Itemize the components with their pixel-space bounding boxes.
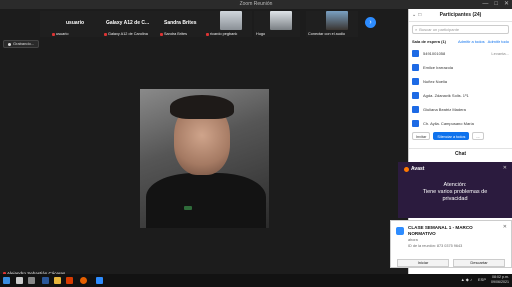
active-speaker-video <box>140 89 269 228</box>
tile-label: usuario <box>56 32 69 36</box>
meeting-notification: CLASE SEMANAL 1 - MARCO NORMATIVO ahora … <box>390 220 512 268</box>
close-button[interactable]: ✕ <box>504 0 509 9</box>
participant-row[interactable]: Nuñez Noelia <box>409 74 512 88</box>
windows-start-icon[interactable] <box>3 277 10 284</box>
taskbar: ▲ ◆ ♪ ESP 08:02 p.m. 09/06/2021 <box>0 274 512 287</box>
recording-indicator[interactable]: Grabando... <box>3 40 40 48</box>
avatar <box>412 91 419 99</box>
window-title: Zoom Reunión <box>239 1 273 7</box>
powerpoint-icon[interactable] <box>66 277 73 284</box>
participant-tile[interactable]: Conectar con el audio <box>306 11 358 37</box>
language-indicator[interactable]: ESP <box>478 277 486 282</box>
system-tray[interactable]: ▲ ◆ ♪ <box>461 277 472 282</box>
participant-thumbnail <box>270 11 292 30</box>
admit-all-button[interactable]: Admitir a todos <box>458 39 485 44</box>
maximize-button[interactable]: □ <box>494 0 498 9</box>
muted-mic-icon <box>104 32 107 36</box>
avast-brand: Avast <box>411 166 425 172</box>
word-icon[interactable] <box>42 277 49 284</box>
recording-label: Grabando... <box>13 41 35 46</box>
notification-title: CLASE SEMANAL 1 - MARCO NORMATIVO <box>408 225 473 236</box>
avatar <box>412 119 419 127</box>
admit-button[interactable]: Admitir todo <box>488 39 509 44</box>
task-view-icon[interactable] <box>28 277 35 284</box>
tile-name: Galaxy A12 de C... <box>106 20 150 26</box>
meeting-area: usuario usuario Galaxy A12 de C... Galax… <box>0 9 408 276</box>
avatar <box>412 49 419 57</box>
dismiss-button[interactable]: Descartar <box>453 259 505 267</box>
close-icon[interactable]: ✕ <box>503 224 507 230</box>
tile-label: Conectar con el audio <box>308 32 345 36</box>
participant-thumbnail <box>326 11 348 30</box>
waiting-room-label: Sala de espera (1) <box>412 39 447 44</box>
participants-title: Participantes (24) <box>439 12 482 18</box>
participant-row[interactable]: 5491001058 Levanta... <box>409 46 512 60</box>
avast-logo-icon <box>404 166 409 172</box>
participant-tile[interactable]: Hugo <box>254 11 300 37</box>
avast-message: privacidad <box>442 196 468 202</box>
avatar <box>412 63 419 71</box>
window-controls: — □ ✕ <box>482 0 509 9</box>
participant-row[interactable]: Agda. Zdanavik Solis. 1º1 <box>409 88 512 102</box>
minimize-button[interactable]: — <box>482 0 488 9</box>
tile-label: Galaxy A12 de Carolina <box>108 32 148 36</box>
avast-popup[interactable]: Avast ✕ Atención: Tiene varios problemas… <box>398 162 512 218</box>
hand-raised-label: Levanta... <box>491 50 509 56</box>
more-button[interactable]: ... <box>472 132 484 140</box>
meeting-id: ID de la reunión: 873 0375 9643 <box>408 244 463 248</box>
search-icon: ⌕ <box>415 27 418 32</box>
record-icon <box>8 42 11 46</box>
clock-date: 09/06/2021 <box>491 280 509 284</box>
join-button[interactable]: Iniciar <box>397 259 449 267</box>
zoom-window: Zoom Reunión — □ ✕ usuario usuario Galax… <box>0 0 512 287</box>
invite-button[interactable]: Invitar <box>412 132 431 140</box>
zoom-icon[interactable] <box>96 277 103 284</box>
muted-mic-icon <box>160 32 163 36</box>
mute-all-button[interactable]: Silenciar a todos <box>433 132 470 140</box>
participant-search-input[interactable]: ⌕ Buscar un participante <box>412 25 509 34</box>
file-explorer-icon[interactable] <box>54 277 61 284</box>
chat-title: Chat <box>409 148 512 157</box>
close-icon[interactable]: ✕ <box>503 165 507 171</box>
participant-row[interactable]: Ch. Aylia. Campusano María <box>409 116 512 130</box>
participant-tile[interactable]: Galaxy A12 de C... Galaxy A12 de Carolin… <box>102 11 158 37</box>
tile-name: Sandra Brites <box>164 20 197 26</box>
avast-message: Tiene varios problemas de <box>422 189 488 195</box>
tile-name: usuario <box>66 20 85 26</box>
zoom-logo-icon <box>396 227 404 235</box>
next-page-button[interactable]: › <box>365 17 376 28</box>
waiting-room-header: Sala de espera (1) Admitir a todos Admit… <box>409 37 512 46</box>
firefox-icon[interactable] <box>80 277 87 284</box>
tile-label: Hugo <box>256 32 266 36</box>
avatar <box>412 77 419 85</box>
participant-row[interactable]: Emilce Irarrazola <box>409 60 512 74</box>
avast-message: Atención: <box>443 182 467 188</box>
participant-tile[interactable]: ricardo pegbank <box>204 11 252 37</box>
chevron-right-icon: › <box>369 19 372 26</box>
title-bar: Zoom Reunión — □ ✕ <box>0 0 512 9</box>
clock[interactable]: 08:02 p.m. 09/06/2021 <box>491 275 509 285</box>
muted-mic-icon <box>206 32 209 36</box>
participant-row[interactable]: Giuliana Beatriz Madera <box>409 102 512 116</box>
muted-mic-icon <box>52 32 55 36</box>
notification-time: ahora <box>408 238 418 242</box>
tile-label: Sandra Brites <box>164 32 188 36</box>
tile-label: ricardo pegbank <box>210 32 238 36</box>
participant-tile[interactable]: Sandra Brites Sandra Brites <box>158 11 204 37</box>
gallery-strip: usuario usuario Galaxy A12 de C... Galax… <box>0 9 408 37</box>
participant-thumbnail <box>220 11 242 30</box>
participant-tile[interactable]: usuario usuario <box>40 11 102 37</box>
search-icon[interactable] <box>16 277 23 284</box>
avatar <box>412 105 419 113</box>
